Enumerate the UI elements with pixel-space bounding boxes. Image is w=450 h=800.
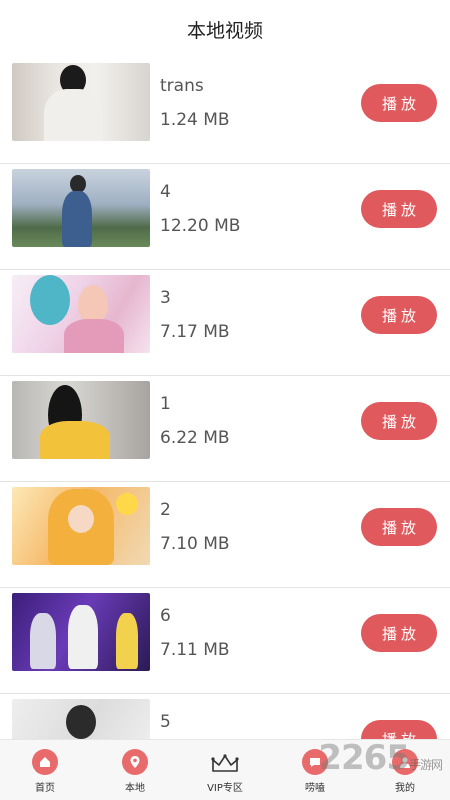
location-icon <box>122 749 148 775</box>
tab-label: 我的 <box>395 783 415 794</box>
video-title: 3 <box>160 288 171 308</box>
tab-label: 唠嗑 <box>305 783 325 794</box>
video-row[interactable]: trans 1.24 MB 播放 <box>0 58 450 164</box>
video-thumbnail[interactable] <box>12 63 150 141</box>
video-list[interactable]: trans 1.24 MB 播放 4 12.20 MB 播放 3 7.17 MB… <box>0 58 450 800</box>
play-button[interactable]: 播放 <box>361 614 437 652</box>
video-title: trans <box>160 76 204 96</box>
tab-home[interactable]: 首页 <box>0 742 90 800</box>
video-size: 12.20 MB <box>160 216 241 236</box>
video-thumbnail[interactable] <box>12 275 150 353</box>
video-size: 7.10 MB <box>160 534 230 554</box>
bottom-tab-bar: 首页 本地 VIP专区 唠嗑 我的 2265手游网 <box>0 738 450 800</box>
page-title: 本地视频 <box>186 19 263 42</box>
video-title: 1 <box>160 394 171 414</box>
video-thumbnail[interactable] <box>12 593 150 671</box>
tab-label: VIP专区 <box>207 783 243 794</box>
tab-local[interactable]: 本地 <box>90 742 180 800</box>
tab-vip[interactable]: VIP专区 <box>180 742 270 800</box>
video-title: 2 <box>160 500 171 520</box>
video-thumbnail[interactable] <box>12 487 150 565</box>
video-title: 6 <box>160 606 171 626</box>
watermark-logo: 2265手游网 <box>318 738 443 778</box>
play-button[interactable]: 播放 <box>361 402 437 440</box>
tab-label: 本地 <box>125 783 145 794</box>
video-row[interactable]: 4 12.20 MB 播放 <box>0 164 450 270</box>
video-row[interactable]: 2 7.10 MB 播放 <box>0 482 450 588</box>
watermark-text: 2265 <box>318 738 410 778</box>
crown-icon <box>211 754 239 772</box>
video-size: 1.24 MB <box>160 110 230 130</box>
video-thumbnail[interactable] <box>12 381 150 459</box>
play-button[interactable]: 播放 <box>361 508 437 546</box>
page-header: 本地视频 <box>0 0 450 58</box>
video-size: 7.17 MB <box>160 322 230 342</box>
tab-label: 首页 <box>35 783 55 794</box>
video-row[interactable]: 6 7.11 MB 播放 <box>0 588 450 694</box>
play-button[interactable]: 播放 <box>361 190 437 228</box>
video-row[interactable]: 3 7.17 MB 播放 <box>0 270 450 376</box>
home-icon <box>32 749 58 775</box>
play-button[interactable]: 播放 <box>361 296 437 334</box>
video-size: 6.22 MB <box>160 428 230 448</box>
play-button[interactable]: 播放 <box>361 84 437 122</box>
video-size: 7.11 MB <box>160 640 230 660</box>
video-row[interactable]: 1 6.22 MB 播放 <box>0 376 450 482</box>
video-title: 4 <box>160 182 171 202</box>
video-title: 5 <box>160 712 171 732</box>
video-thumbnail[interactable] <box>12 169 150 247</box>
watermark-sub: 手游网 <box>408 758 443 772</box>
